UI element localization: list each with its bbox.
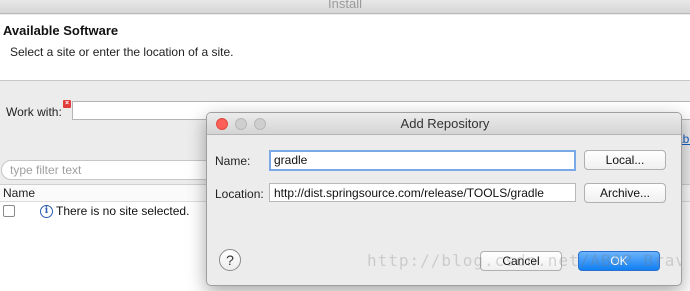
help-icon[interactable]: ?: [219, 249, 241, 271]
watermark-text: http://blog.csdn.net/ABAP_Brave: [367, 251, 682, 270]
row-text: There is no site selected.: [56, 204, 190, 218]
filter-input[interactable]: type filter text: [1, 160, 216, 180]
info-icon: i: [40, 205, 53, 218]
location-label: Location:: [215, 187, 264, 201]
page-title: Available Software: [3, 23, 119, 38]
location-field[interactable]: http://dist.springsource.com/release/TOO…: [269, 183, 576, 202]
name-field[interactable]: gradle: [269, 150, 576, 171]
row-checkbox[interactable]: [3, 205, 15, 217]
page-header: Available Software Select a site or ente…: [0, 15, 690, 81]
dialog-titlebar: Add Repository: [207, 113, 681, 135]
work-with-label: Work with:: [6, 105, 62, 119]
page-description: Select a site or enter the location of a…: [10, 45, 234, 59]
local-button[interactable]: Local...: [584, 150, 666, 170]
window-titlebar: Install: [0, 0, 690, 14]
dialog-title: Add Repository: [400, 116, 490, 131]
name-label: Name:: [215, 154, 251, 168]
add-repository-dialog: Add Repository Name: gradle Local... Loc…: [206, 112, 682, 286]
window-title: Install: [328, 0, 362, 11]
filter-placeholder: type filter text: [10, 163, 82, 177]
column-name-header[interactable]: Name: [3, 186, 35, 200]
error-icon: ×: [63, 100, 71, 108]
archive-button[interactable]: Archive...: [584, 183, 666, 203]
